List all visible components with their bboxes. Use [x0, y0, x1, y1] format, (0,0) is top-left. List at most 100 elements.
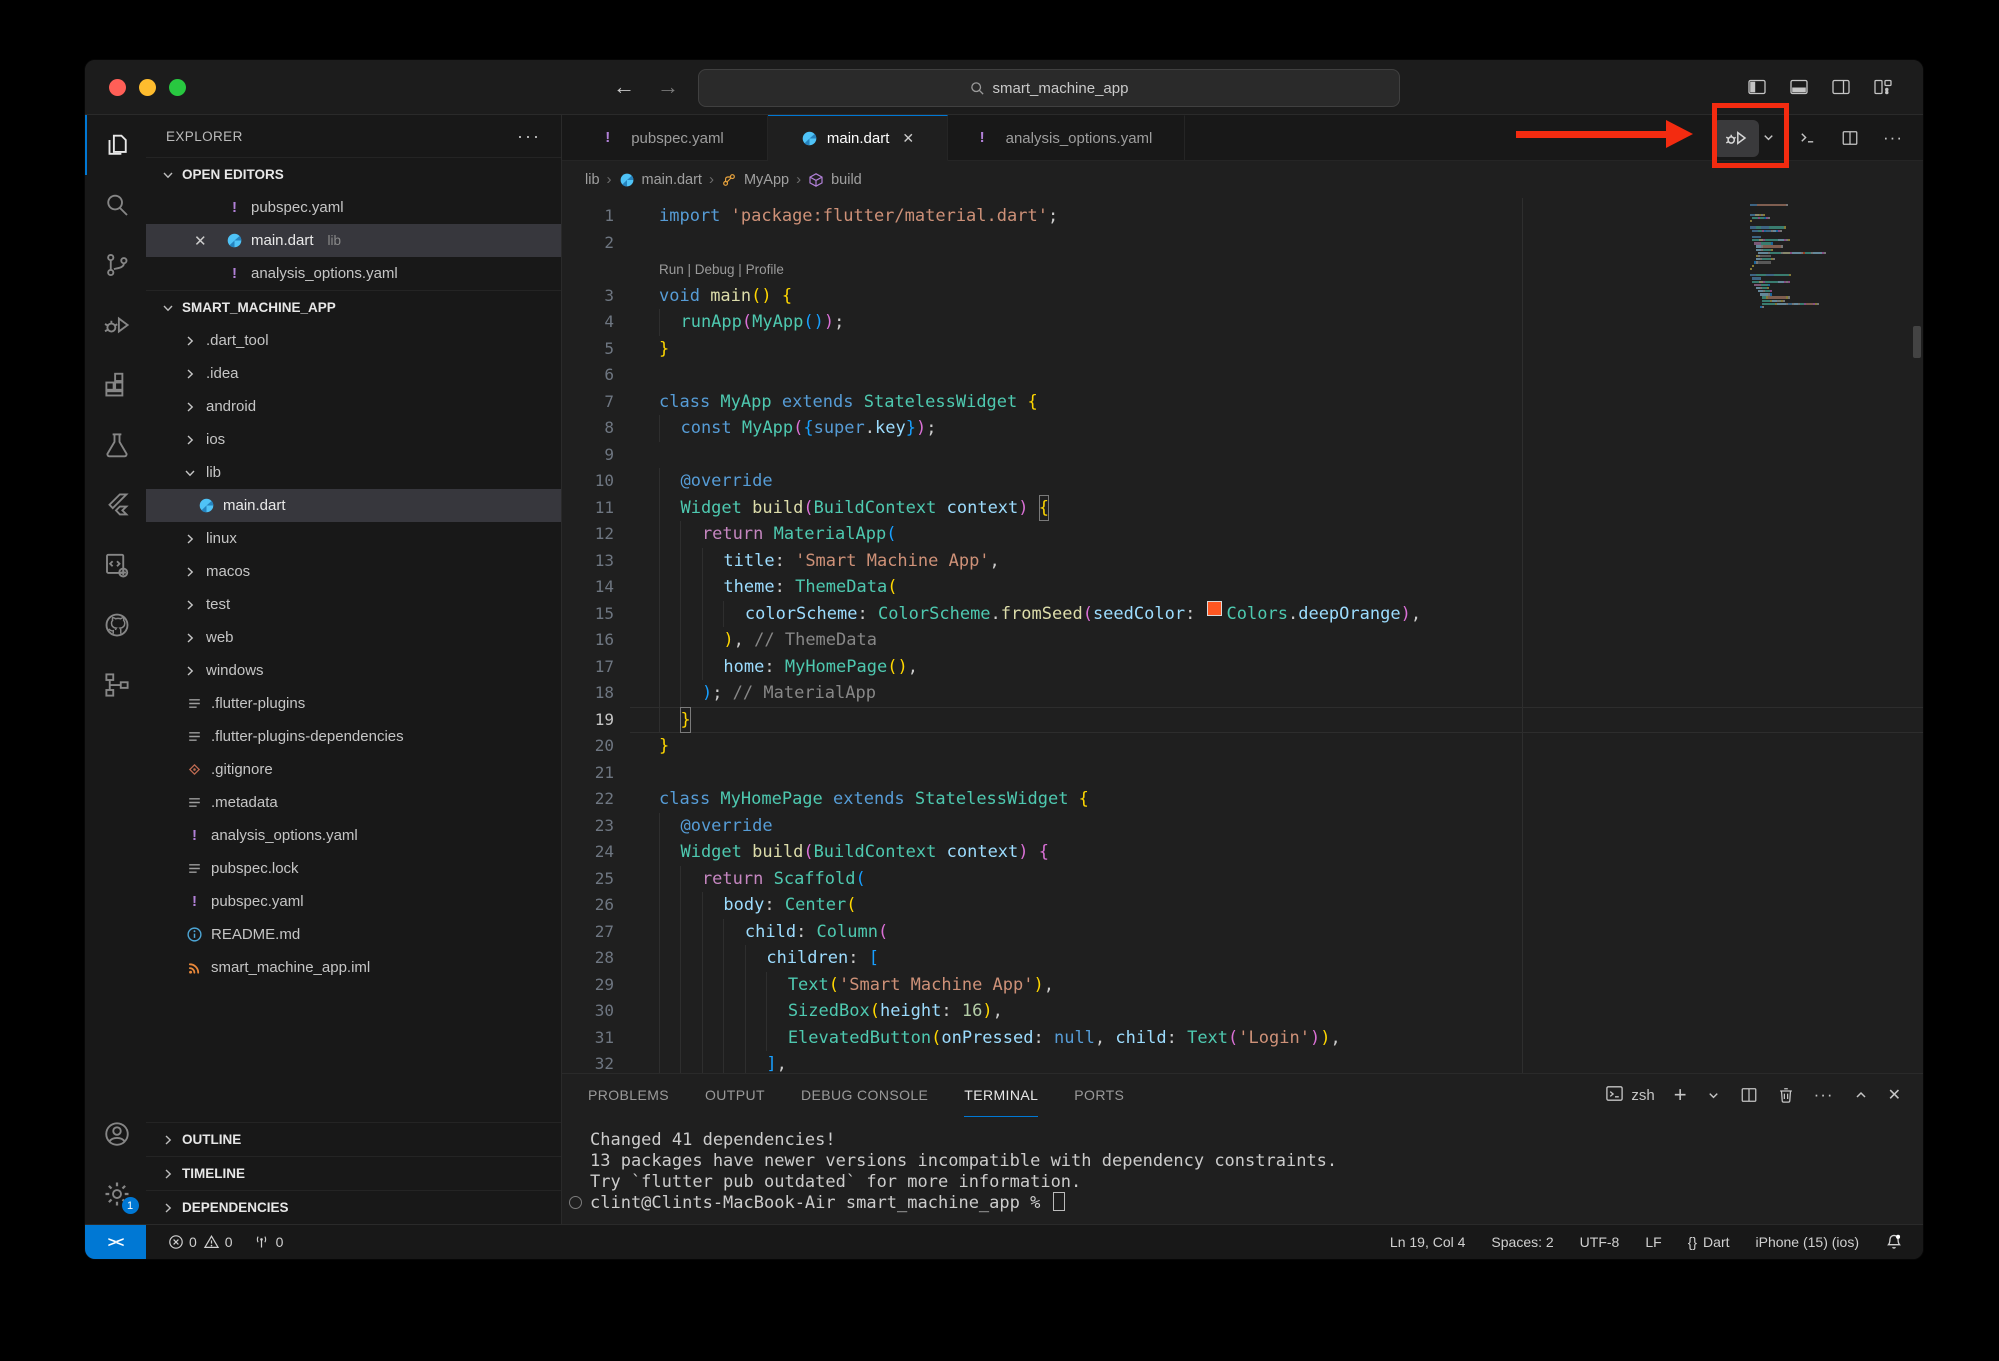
terminal-more-actions-icon[interactable]: ··· [1814, 1085, 1834, 1105]
open-editors-section-header[interactable]: OPEN EDITORS [146, 157, 561, 191]
tab-analysis-options-yaml[interactable]: !analysis_options.yaml [948, 115, 1185, 160]
tree-folder-lib[interactable]: lib [146, 456, 561, 489]
breadcrumb-item[interactable]: build [831, 172, 862, 188]
explorer-more-actions-icon[interactable]: ··· [517, 126, 541, 147]
navigate-forward-icon[interactable]: → [657, 74, 679, 100]
split-editor-icon[interactable] [1841, 129, 1859, 147]
tree-folder-test[interactable]: test [146, 588, 561, 621]
sidebar-section-outline[interactable]: OUTLINE [146, 1122, 561, 1156]
eol-setting[interactable]: LF [1645, 1234, 1661, 1250]
terminal-line: Changed 41 dependencies! [590, 1130, 1903, 1151]
code-token: MyHomePage [785, 654, 887, 681]
code-editor[interactable]: 1import 'package:flutter/material.dart';… [562, 198, 1923, 1073]
codelens-row[interactable]: Run | Debug | Profile [562, 256, 1923, 283]
activity-item-search[interactable] [85, 175, 146, 235]
activity-item-github[interactable] [85, 595, 146, 655]
panel-tab-output[interactable]: OUTPUT [705, 1074, 765, 1117]
activity-item-run-debug[interactable] [85, 295, 146, 355]
activity-item-settings[interactable]: 1 [85, 1164, 146, 1224]
more-actions-icon[interactable]: ··· [1883, 128, 1903, 148]
panel-tab-debug-console[interactable]: DEBUG CONSOLE [801, 1074, 928, 1117]
activity-item-accounts[interactable] [85, 1104, 146, 1164]
activity-item-explorer[interactable] [85, 115, 146, 175]
titlebar-toggle-panel-icon[interactable] [1789, 77, 1809, 97]
project-section-header[interactable]: SMART_MACHINE_APP [146, 290, 561, 324]
tree-file-README-md[interactable]: README.md [146, 918, 561, 951]
activity-item-references[interactable] [85, 655, 146, 715]
activity-item-flutter[interactable] [85, 475, 146, 535]
open-editor-item[interactable]: ✕main.dartlib [146, 224, 561, 257]
remote-indicator[interactable]: >< [85, 1225, 146, 1259]
device-selector[interactable]: iPhone (15) (ios) [1756, 1234, 1860, 1250]
terminal-shell-selector[interactable]: zsh [1605, 1084, 1654, 1107]
editor-scrollbar[interactable] [1913, 326, 1921, 358]
maximize-panel-icon[interactable] [1853, 1087, 1869, 1103]
cursor-position[interactable]: Ln 19, Col 4 [1390, 1234, 1466, 1250]
launch-profile-chevron-icon[interactable] [1706, 1088, 1721, 1103]
tree-file--metadata[interactable]: .metadata [146, 786, 561, 819]
tree-folder-macos[interactable]: macos [146, 555, 561, 588]
sidebar-section-dependencies[interactable]: DEPENDENCIES [146, 1190, 561, 1224]
panel-tab-problems[interactable]: PROBLEMS [588, 1074, 669, 1117]
codelens-run-debug-profile[interactable]: Run | Debug | Profile [562, 262, 784, 277]
indentation-setting[interactable]: Spaces: 2 [1491, 1234, 1553, 1250]
breadcrumb-item[interactable]: MyApp [744, 172, 789, 188]
activity-item-source-control[interactable] [85, 235, 146, 295]
tree-folder-ios[interactable]: ios [146, 423, 561, 456]
sidebar-section-timeline[interactable]: TIMELINE [146, 1156, 561, 1190]
panel-tab-terminal[interactable]: TERMINAL [964, 1074, 1038, 1117]
tree-folder-android[interactable]: android [146, 390, 561, 423]
tree-file-analysis-options-yaml[interactable]: !analysis_options.yaml [146, 819, 561, 852]
titlebar-customize-layout-icon[interactable] [1873, 77, 1893, 97]
close-editor-icon[interactable]: ✕ [194, 232, 207, 250]
notifications-bell-icon[interactable] [1885, 1233, 1903, 1251]
terminal-prompt-line[interactable]: clint@Clints-MacBook-Air smart_machine_a… [590, 1192, 1903, 1214]
tree-folder-web[interactable]: web [146, 621, 561, 654]
titlebar-toggle-sidebar-icon[interactable] [1747, 77, 1767, 97]
tree-folder--idea[interactable]: .idea [146, 357, 561, 390]
open-editor-item[interactable]: !pubspec.yaml [146, 191, 561, 224]
tree-folder-linux[interactable]: linux [146, 522, 561, 555]
broadcast-count: 0 [276, 1234, 284, 1250]
tree-file--flutter-plugins-dependencies[interactable]: .flutter-plugins-dependencies [146, 720, 561, 753]
tree-file-smart-machine-app-iml[interactable]: smart_machine_app.iml [146, 951, 561, 984]
activity-spacer [85, 715, 146, 1104]
tab-main-dart[interactable]: main.dart✕ [768, 115, 948, 161]
activity-item-extensions[interactable] [85, 355, 146, 415]
activity-item-testing[interactable] [85, 415, 146, 475]
minimap-line [1750, 220, 1910, 222]
navigate-back-icon[interactable]: ← [613, 74, 635, 100]
close-tab-icon[interactable]: ✕ [902, 130, 914, 147]
tree-file-main-dart[interactable]: main.dart [146, 489, 561, 522]
tree-file--flutter-plugins[interactable]: .flutter-plugins [146, 687, 561, 720]
code-token: : [848, 945, 868, 972]
close-panel-icon[interactable]: ✕ [1888, 1085, 1901, 1105]
command-center-search[interactable]: smart_machine_app [698, 69, 1400, 107]
language-mode[interactable]: {} Dart [1688, 1234, 1730, 1250]
terminal-output[interactable]: Changed 41 dependencies!13 packages have… [590, 1130, 1903, 1214]
encoding-setting[interactable]: UTF-8 [1580, 1234, 1620, 1250]
minimap[interactable] [1750, 204, 1910, 309]
open-in-terminal-icon[interactable] [1798, 128, 1817, 147]
problems-status[interactable]: 0 0 [168, 1234, 233, 1250]
breadcrumb-item[interactable]: lib [585, 172, 600, 188]
tab-pubspec-yaml[interactable]: !pubspec.yaml [562, 115, 768, 160]
titlebar-toggle-secondary-sidebar-icon[interactable] [1831, 77, 1851, 97]
tree-folder-windows[interactable]: windows [146, 654, 561, 687]
tree-file--gitignore[interactable]: .gitignore [146, 753, 561, 786]
split-terminal-icon[interactable] [1740, 1086, 1758, 1104]
kill-terminal-icon[interactable] [1777, 1086, 1795, 1104]
close-window-button[interactable] [109, 79, 126, 96]
open-editor-item[interactable]: !analysis_options.yaml [146, 257, 561, 290]
zoom-window-button[interactable] [169, 79, 186, 96]
new-terminal-icon[interactable]: + [1674, 1084, 1687, 1106]
minimap-line [1750, 268, 1910, 270]
tree-file-pubspec-lock[interactable]: pubspec.lock [146, 852, 561, 885]
port-forward-status[interactable]: 0 [253, 1234, 284, 1250]
tree-folder--dart-tool[interactable]: .dart_tool [146, 324, 561, 357]
activity-item-snippets[interactable] [85, 535, 146, 595]
breadcrumb-item[interactable]: main.dart [642, 172, 702, 188]
minimize-window-button[interactable] [139, 79, 156, 96]
tree-file-pubspec-yaml[interactable]: !pubspec.yaml [146, 885, 561, 918]
panel-tab-ports[interactable]: PORTS [1074, 1074, 1124, 1117]
